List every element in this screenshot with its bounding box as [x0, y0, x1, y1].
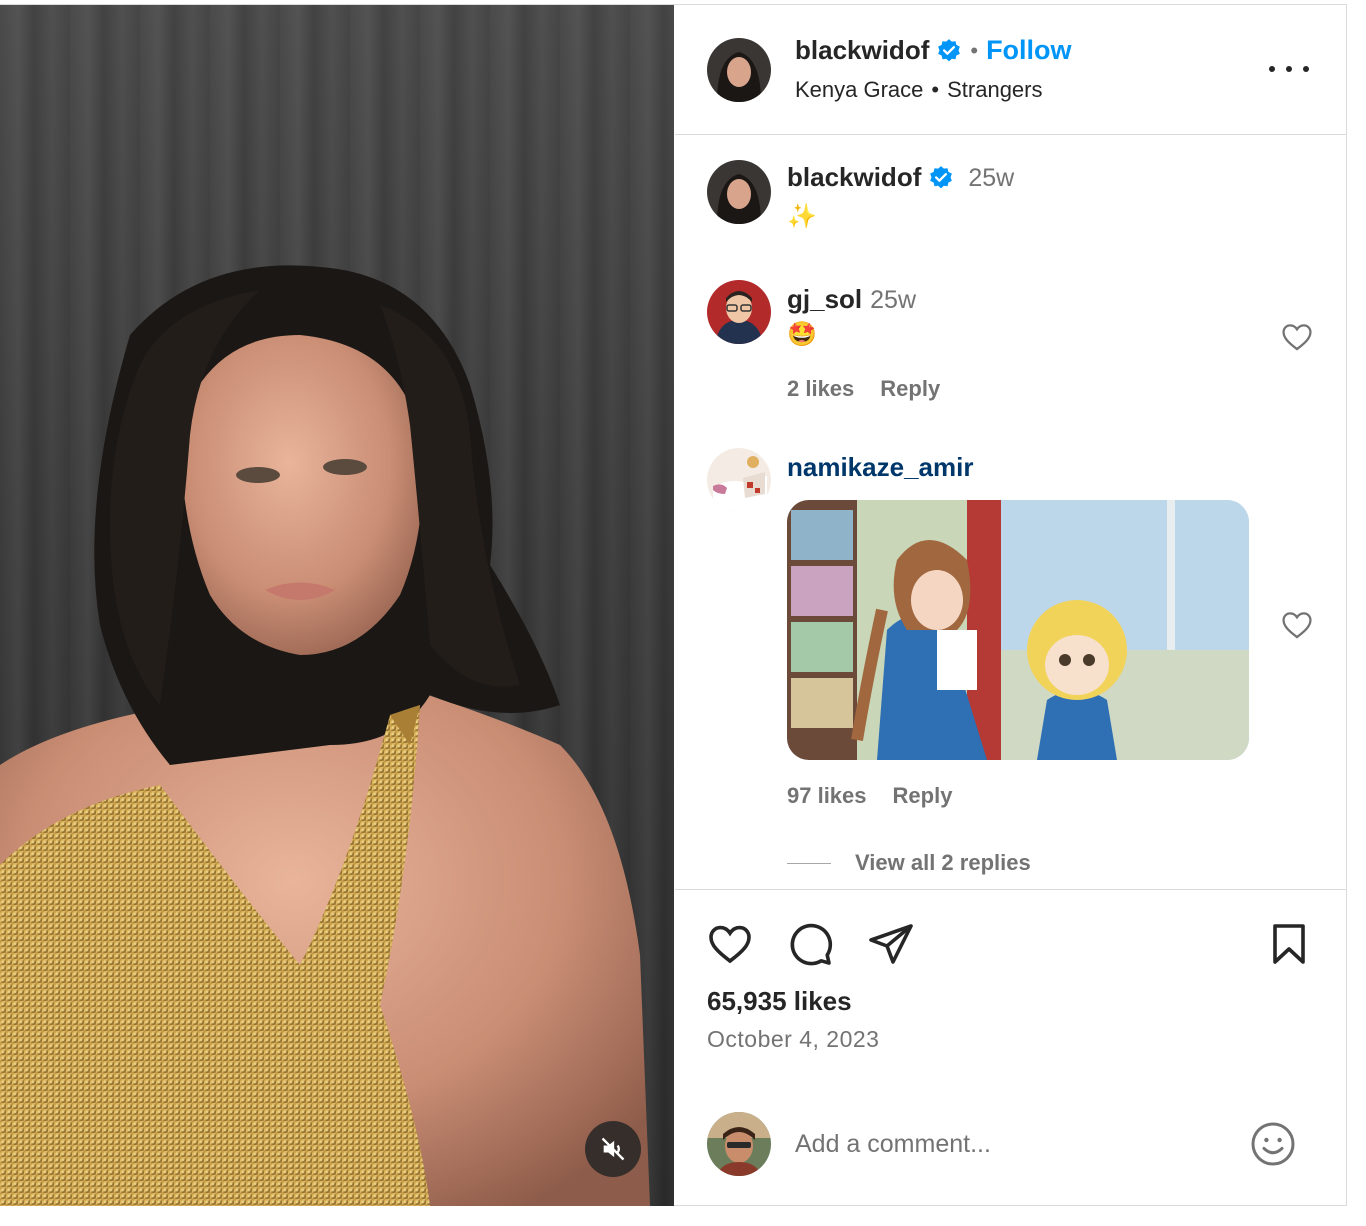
post-details-panel: blackwidof • Follow Kenya Grace • Stranger…	[675, 5, 1346, 1205]
mute-toggle-button[interactable]	[585, 1121, 641, 1177]
action-bar: 65,935 likes October 4, 2023	[675, 889, 1346, 1089]
caption-time[interactable]: 25w	[968, 164, 1014, 193]
post-header: blackwidof • Follow Kenya Grace • Stranger…	[675, 5, 1346, 135]
comment-input[interactable]	[795, 1121, 1225, 1167]
comment-gif-attachment[interactable]	[787, 500, 1249, 760]
speaker-muted-icon	[601, 1137, 625, 1161]
like-comment-heart-icon[interactable]	[1280, 320, 1314, 354]
comment-likes[interactable]: 2 likes	[787, 376, 854, 401]
caption-username[interactable]: blackwidof	[787, 162, 921, 193]
separator-dot: •	[970, 37, 979, 63]
emoji-picker-icon[interactable]	[1249, 1120, 1297, 1168]
reply-button[interactable]: Reply	[893, 783, 953, 808]
view-replies-button[interactable]: View all 2 replies	[787, 850, 1031, 876]
comment-meta: 97 likes Reply	[787, 783, 952, 809]
follow-button[interactable]: Follow	[986, 35, 1071, 66]
caption-header: blackwidof 25w	[787, 162, 1014, 193]
reply-button[interactable]: Reply	[880, 376, 940, 401]
comment-bubble-icon[interactable]	[786, 920, 834, 968]
comment-time[interactable]: 25w	[870, 286, 916, 315]
commenter-avatar[interactable]	[707, 280, 771, 344]
comment-meta: 2 likes Reply	[787, 376, 940, 402]
comment-composer	[675, 1091, 1346, 1205]
author-line: blackwidof • Follow	[795, 35, 1072, 66]
author-avatar[interactable]	[707, 38, 771, 102]
view-replies-label: View all 2 replies	[855, 850, 1031, 875]
replies-divider	[787, 862, 831, 864]
audio-separator: •	[931, 77, 940, 102]
audio-artist: Kenya Grace	[795, 77, 924, 102]
comment-likes[interactable]: 97 likes	[787, 783, 867, 808]
commenter-avatar[interactable]	[707, 448, 771, 512]
post-image	[0, 265, 650, 1206]
comment-text: 🤩	[787, 321, 817, 348]
post-likes-count[interactable]: 65,935 likes	[707, 986, 852, 1017]
audio-track: Strangers	[947, 77, 1043, 102]
caption-avatar[interactable]	[707, 160, 771, 224]
current-user-avatar	[707, 1112, 771, 1176]
verified-badge-icon	[938, 38, 961, 61]
audio-info[interactable]: Kenya Grace • Strangers	[795, 77, 1043, 103]
comment-header: namikaze_amir	[787, 452, 973, 483]
like-comment-heart-icon[interactable]	[1280, 608, 1314, 642]
author-username[interactable]: blackwidof	[795, 35, 929, 66]
post-date[interactable]: October 4, 2023	[707, 1026, 879, 1053]
verified-badge-icon	[930, 165, 953, 188]
comments-list[interactable]: blackwidof 25w ✨ gj_sol 25w 🤩 2 likes Re…	[675, 136, 1346, 888]
commenter-username[interactable]: namikaze_amir	[787, 452, 973, 483]
save-bookmark-icon[interactable]	[1265, 920, 1313, 968]
comment-header: gj_sol 25w	[787, 284, 916, 315]
caption-text: ✨	[787, 203, 817, 230]
like-heart-icon[interactable]	[706, 920, 754, 968]
commenter-username[interactable]: gj_sol	[787, 284, 862, 315]
post-media[interactable]	[0, 5, 674, 1206]
share-paper-plane-icon[interactable]	[867, 920, 915, 968]
more-options-icon[interactable]	[1269, 57, 1309, 81]
